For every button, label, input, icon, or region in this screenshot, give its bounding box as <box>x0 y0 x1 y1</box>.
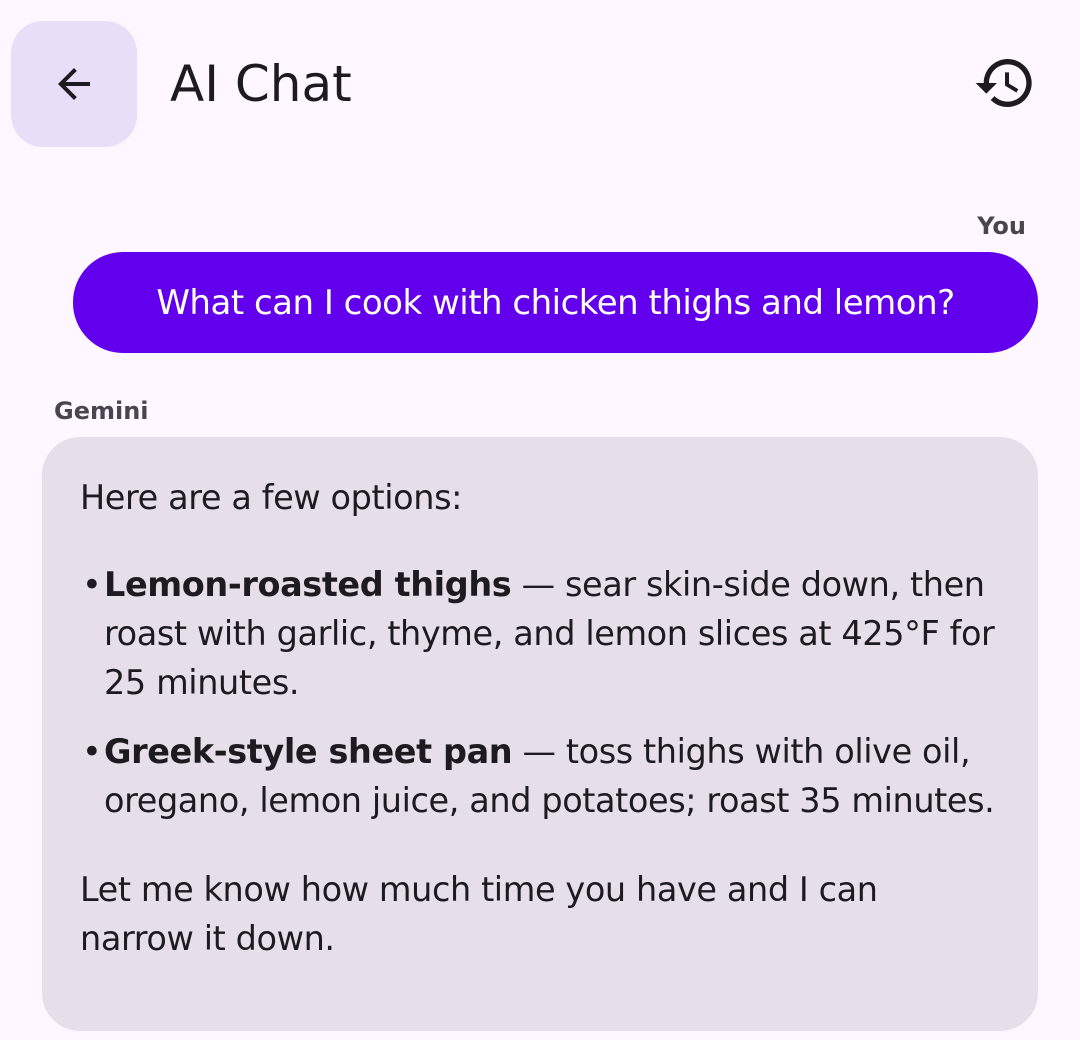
dash-separator: — <box>522 732 566 771</box>
ai-message-intro: Here are a few options: <box>80 478 463 517</box>
page-title: AI Chat <box>170 55 352 113</box>
user-sender-label: You <box>977 212 1026 240</box>
back-button[interactable] <box>11 21 137 147</box>
recipe-list: • Lemon-roasted thighs — sear skin-side … <box>80 560 1000 825</box>
ai-sender-label: Gemini <box>54 397 149 425</box>
recipe-title: Lemon-roasted thighs <box>104 565 512 604</box>
history-button[interactable] <box>969 49 1041 121</box>
ai-message-closing: Let me know how much time you have and I… <box>80 870 878 958</box>
list-item: • Lemon-roasted thighs — sear skin-side … <box>80 560 1000 707</box>
list-item: • Greek-style sheet pan — toss thighs wi… <box>80 727 1000 825</box>
user-message-text: What can I cook with chicken thighs and … <box>156 282 955 323</box>
bullet: • <box>82 565 102 604</box>
bullet: • <box>82 732 102 771</box>
arrow-back-icon <box>50 60 98 108</box>
user-message-bubble: What can I cook with chicken thighs and … <box>73 252 1038 353</box>
ai-message-bubble: Here are a few options: • Lemon-roasted … <box>42 437 1038 1031</box>
history-icon <box>973 51 1037 120</box>
dash-separator: — <box>521 565 565 604</box>
recipe-title: Greek-style sheet pan <box>104 732 513 771</box>
